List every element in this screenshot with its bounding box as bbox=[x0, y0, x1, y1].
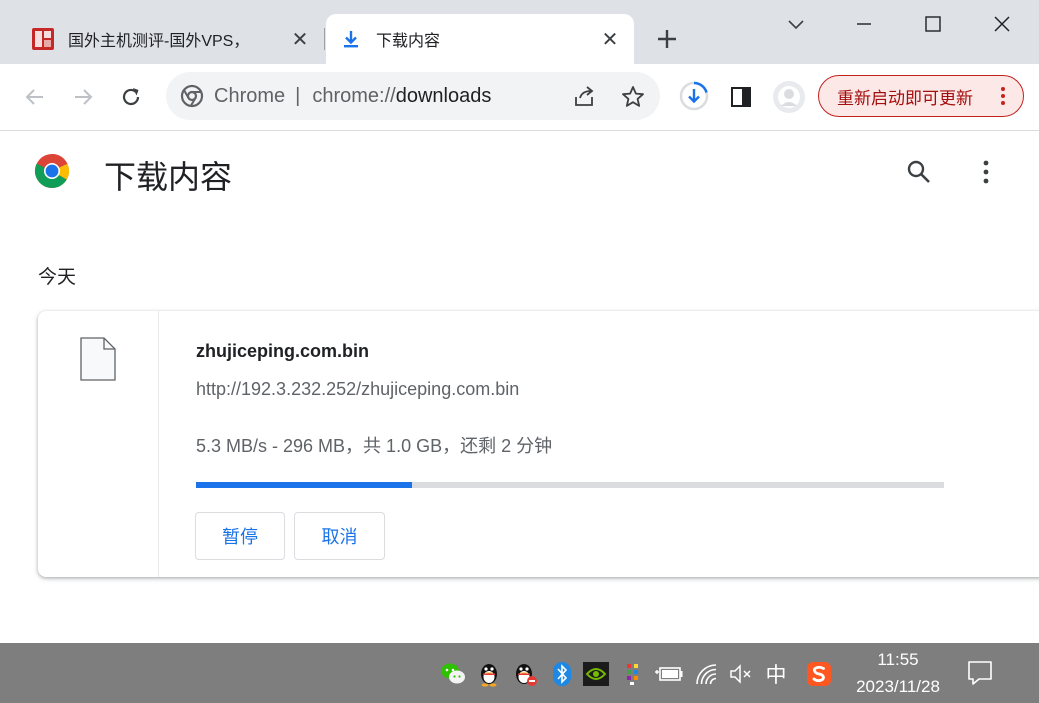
qq-tray-icon[interactable] bbox=[476, 661, 502, 687]
close-icon[interactable]: ✕ bbox=[288, 27, 312, 51]
update-label: 重新启动即可更新 bbox=[837, 88, 973, 108]
wechat-tray-icon[interactable] bbox=[440, 661, 466, 687]
avatar-icon bbox=[773, 81, 805, 113]
omnibox-divider: | bbox=[295, 84, 301, 107]
minimize-icon bbox=[857, 23, 871, 25]
forward-button[interactable] bbox=[68, 82, 98, 112]
url-scheme: chrome:// bbox=[312, 84, 396, 107]
close-window-button[interactable] bbox=[972, 4, 1032, 44]
tab-label: 国外主机测评-国外VPS， bbox=[68, 33, 250, 50]
qq-penguin-icon bbox=[516, 664, 537, 686]
chrome-logo-icon bbox=[180, 84, 204, 108]
site-favicon-icon bbox=[32, 28, 54, 50]
nvidia-icon bbox=[583, 662, 609, 686]
download-progress-icon bbox=[679, 81, 709, 111]
tab-label: 下载内容 bbox=[376, 33, 441, 50]
download-arrow-icon bbox=[344, 31, 358, 48]
file-name-link[interactable]: zhujiceping.com.bin bbox=[196, 341, 369, 362]
qq-penguin-icon bbox=[481, 664, 497, 687]
wifi-icon bbox=[696, 664, 717, 685]
plus-icon bbox=[658, 30, 676, 48]
site-chip-label: Chrome bbox=[214, 84, 286, 107]
pause-button[interactable]: 暂停 bbox=[195, 512, 285, 560]
back-button[interactable] bbox=[20, 82, 50, 112]
clock-time[interactable]: 11:55 bbox=[848, 650, 948, 670]
close-icon[interactable]: ✕ bbox=[598, 27, 622, 51]
wifi-tray-icon[interactable] bbox=[694, 661, 720, 687]
bookmark-button[interactable] bbox=[620, 84, 646, 110]
battery-charging-icon bbox=[655, 667, 683, 681]
minimize-button[interactable] bbox=[834, 4, 894, 44]
tab-downloads[interactable]: 下载内容 ✕ bbox=[326, 14, 634, 64]
forward-arrow-icon bbox=[75, 89, 93, 105]
download-item-card: zhujiceping.com.bin http://192.3.232.252… bbox=[38, 311, 1039, 577]
tab-divider bbox=[324, 28, 325, 50]
relaunch-update-button[interactable]: 重新启动即可更新 bbox=[818, 75, 1024, 117]
nvidia-tray-icon[interactable] bbox=[583, 661, 609, 687]
sogou-ime-tray-icon[interactable] bbox=[806, 661, 832, 687]
address-bar[interactable]: Chrome | chrome://downloads bbox=[166, 72, 660, 120]
download-progress-fill bbox=[196, 482, 413, 488]
maximize-button[interactable] bbox=[903, 4, 963, 44]
url-host: downloads bbox=[395, 84, 492, 107]
reload-icon bbox=[122, 88, 140, 106]
chevron-down-icon bbox=[788, 20, 804, 30]
profile-button[interactable] bbox=[772, 80, 806, 114]
star-icon bbox=[622, 86, 644, 107]
new-tab-button[interactable] bbox=[652, 24, 682, 54]
file-icon bbox=[80, 337, 116, 381]
close-icon bbox=[994, 16, 1010, 32]
volume-tray-icon[interactable] bbox=[728, 661, 754, 687]
date-section-label: 今天 bbox=[38, 267, 77, 288]
notification-icon bbox=[968, 661, 992, 685]
downloads-button[interactable] bbox=[678, 80, 710, 112]
search-downloads-button[interactable] bbox=[904, 157, 934, 187]
share-icon bbox=[575, 86, 594, 106]
color-grid-icon bbox=[627, 664, 638, 685]
wechat-icon bbox=[441, 663, 465, 684]
reload-button[interactable] bbox=[116, 82, 146, 112]
download-status-text: 5.3 MB/s - 296 MB，共 1.0 GB，还剩 2 分钟 bbox=[196, 436, 553, 456]
volume-muted-icon bbox=[730, 664, 751, 684]
download-progress-bar bbox=[196, 482, 944, 488]
clock-date[interactable]: 2023/11/28 bbox=[848, 677, 948, 697]
sogou-icon bbox=[807, 662, 831, 686]
qq-busy-tray-icon[interactable] bbox=[512, 661, 538, 687]
more-vertical-icon bbox=[991, 87, 1015, 105]
search-icon bbox=[907, 160, 930, 183]
more-vertical-icon bbox=[983, 160, 989, 184]
maximize-icon bbox=[925, 16, 941, 32]
tab-zhujiceping[interactable]: 国外主机测评-国外VPS， ✕ bbox=[18, 14, 324, 64]
chrome-logo-icon bbox=[35, 154, 69, 188]
toolbar: Chrome | chrome://downloads 重新启动即可更新 bbox=[0, 64, 1039, 131]
side-panel-button[interactable] bbox=[726, 82, 756, 112]
bluetooth-icon bbox=[553, 662, 571, 686]
cancel-button[interactable]: 取消 bbox=[294, 512, 385, 560]
tab-strip: 国外主机测评-国外VPS， ✕ 下载内容 ✕ bbox=[0, 0, 1039, 64]
page-menu-button[interactable] bbox=[972, 157, 1000, 187]
card-divider bbox=[158, 311, 159, 577]
color-grid-tray-icon[interactable] bbox=[620, 661, 646, 687]
back-arrow-icon bbox=[25, 89, 43, 105]
notification-center-button[interactable] bbox=[966, 659, 994, 687]
share-button[interactable] bbox=[572, 84, 598, 110]
side-panel-icon bbox=[731, 87, 751, 107]
input-method-indicator[interactable]: 中 bbox=[762, 659, 790, 689]
battery-tray-icon[interactable] bbox=[654, 661, 684, 687]
windows-taskbar: 中 11:55 2023/11/28 bbox=[0, 643, 1039, 703]
page-title: 下载内容 bbox=[104, 159, 233, 195]
file-source-url[interactable]: http://192.3.232.252/zhujiceping.com.bin bbox=[196, 379, 519, 400]
tab-search-button[interactable] bbox=[766, 4, 826, 44]
bluetooth-tray-icon[interactable] bbox=[549, 661, 575, 687]
